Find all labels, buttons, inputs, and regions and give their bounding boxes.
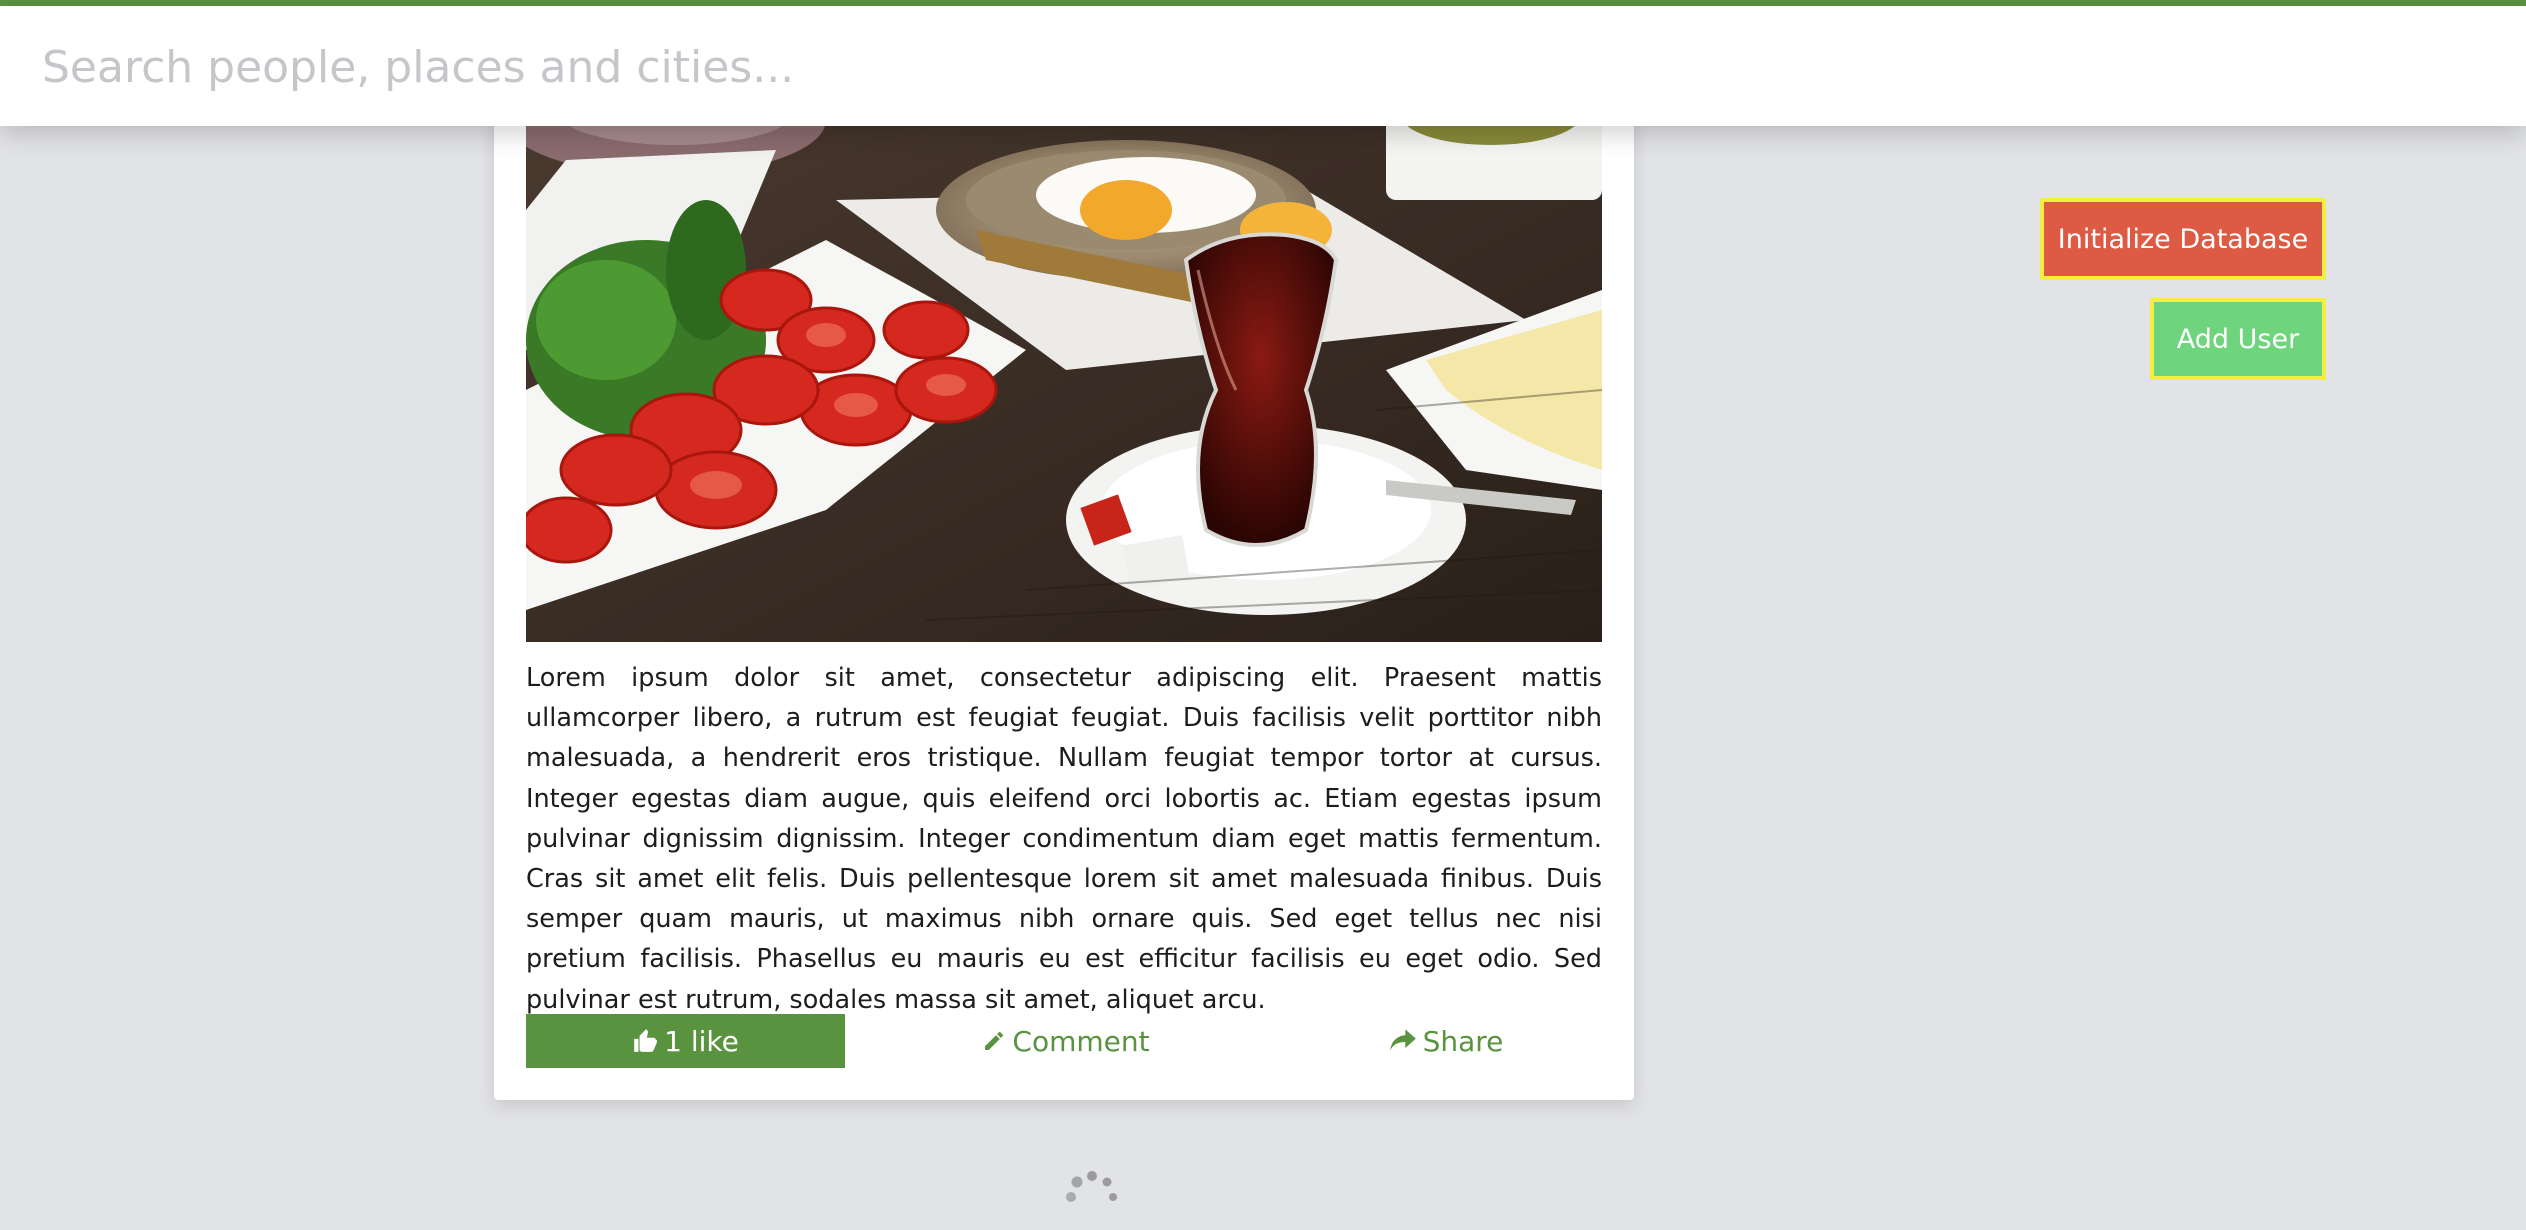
loading-spinner-icon bbox=[1064, 1170, 1120, 1226]
add-user-button[interactable]: Add User bbox=[2150, 298, 2326, 380]
like-label: 1 like bbox=[664, 1024, 739, 1058]
post-actions: 1 like Comment Share bbox=[526, 1014, 1602, 1068]
post-body-text: Lorem ipsum dolor sit amet, consectetur … bbox=[526, 663, 1602, 1015]
like-button[interactable]: 1 like bbox=[526, 1014, 845, 1068]
post-card: Lorem ipsum dolor sit amet, consectetur … bbox=[494, 90, 1634, 1100]
share-button[interactable]: Share bbox=[1286, 1014, 1606, 1068]
search-input[interactable] bbox=[40, 26, 2444, 108]
initialize-database-button[interactable]: Initialize Database bbox=[2040, 198, 2326, 280]
thumbs-up-icon bbox=[632, 1028, 658, 1054]
share-label: Share bbox=[1422, 1024, 1504, 1058]
search-bar bbox=[0, 6, 2526, 126]
post-image bbox=[526, 90, 1602, 642]
comment-button[interactable]: Comment bbox=[906, 1014, 1226, 1068]
pencil-icon bbox=[982, 1029, 1006, 1053]
share-icon bbox=[1389, 1028, 1417, 1054]
comment-label: Comment bbox=[1012, 1024, 1150, 1058]
